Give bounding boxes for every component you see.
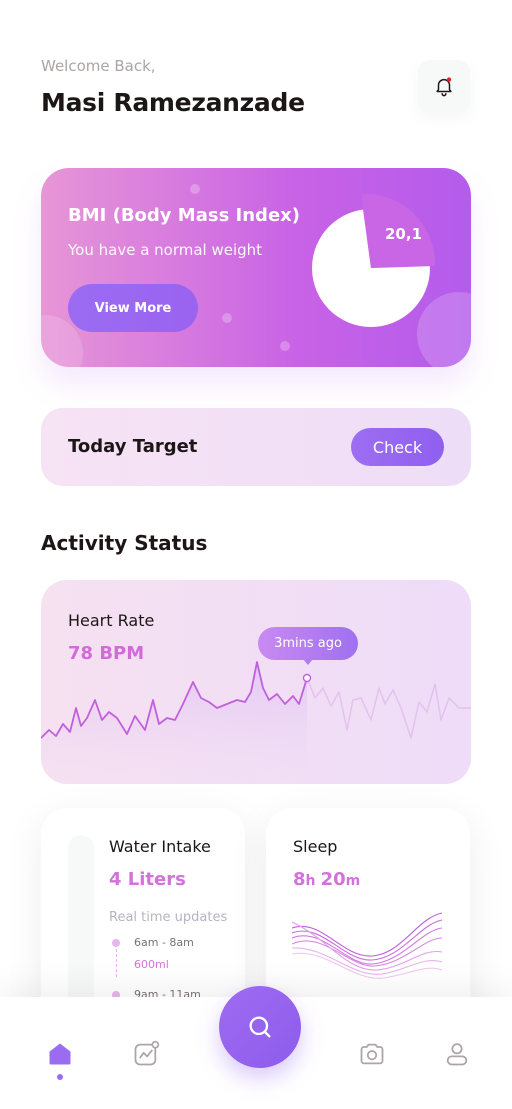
heart-rate-tooltip: 3mins ago: [258, 627, 358, 660]
nav-camera[interactable]: [356, 1038, 388, 1070]
profile-icon: [446, 1043, 468, 1066]
sleep-title: Sleep: [293, 837, 338, 856]
user-name: Masi Ramezanzade: [41, 88, 305, 117]
timeline-dot: [112, 939, 120, 947]
bell-icon: [436, 77, 452, 97]
bmi-card: BMI (Body Mass Index) You have a normal …: [41, 168, 471, 367]
heart-rate-graph: [41, 661, 471, 784]
activity-status-title: Activity Status: [41, 531, 208, 555]
water-amount-1: 600ml: [134, 958, 169, 971]
sleep-hours: 8: [293, 869, 306, 890]
tooltip-pointer: [303, 659, 313, 665]
check-button[interactable]: Check: [351, 428, 444, 466]
heart-rate-card: Heart Rate 78 BPM 3mins ago: [41, 580, 471, 784]
search-icon: [249, 1016, 271, 1038]
nav-active-indicator: [57, 1074, 63, 1080]
today-target-card: Today Target Check: [41, 408, 471, 486]
view-more-button[interactable]: View More: [68, 284, 198, 332]
water-time-1: 6am - 8am: [134, 936, 194, 949]
search-button[interactable]: [219, 986, 301, 1068]
bmi-value: 20,1: [385, 225, 423, 243]
water-intake-value: 4 Liters: [109, 869, 186, 890]
sleep-hours-unit: h: [305, 873, 316, 889]
bmi-title: BMI (Body Mass Index): [68, 205, 300, 226]
realtime-updates-label: Real time updates: [109, 910, 228, 925]
notification-button[interactable]: [418, 60, 470, 112]
home-icon: [49, 1043, 71, 1065]
sleep-value: 8h 20m: [293, 869, 360, 890]
activity-icon: [134, 1040, 160, 1066]
nav-profile[interactable]: [441, 1038, 473, 1070]
timeline-dash: [116, 949, 117, 977]
sleep-minutes-unit: m: [345, 873, 361, 889]
nav-home[interactable]: [44, 1038, 76, 1070]
water-intake-title: Water Intake: [109, 837, 211, 856]
sleep-minutes: 20: [320, 869, 346, 890]
nav-activity[interactable]: [130, 1038, 162, 1070]
bmi-pie-chart: [312, 193, 436, 327]
camera-icon: [360, 1043, 384, 1065]
bmi-subtitle: You have a normal weight: [68, 241, 263, 259]
sleep-wave-graph: [292, 912, 443, 979]
today-target-label: Today Target: [68, 436, 198, 457]
welcome-text: Welcome Back,: [41, 57, 156, 75]
